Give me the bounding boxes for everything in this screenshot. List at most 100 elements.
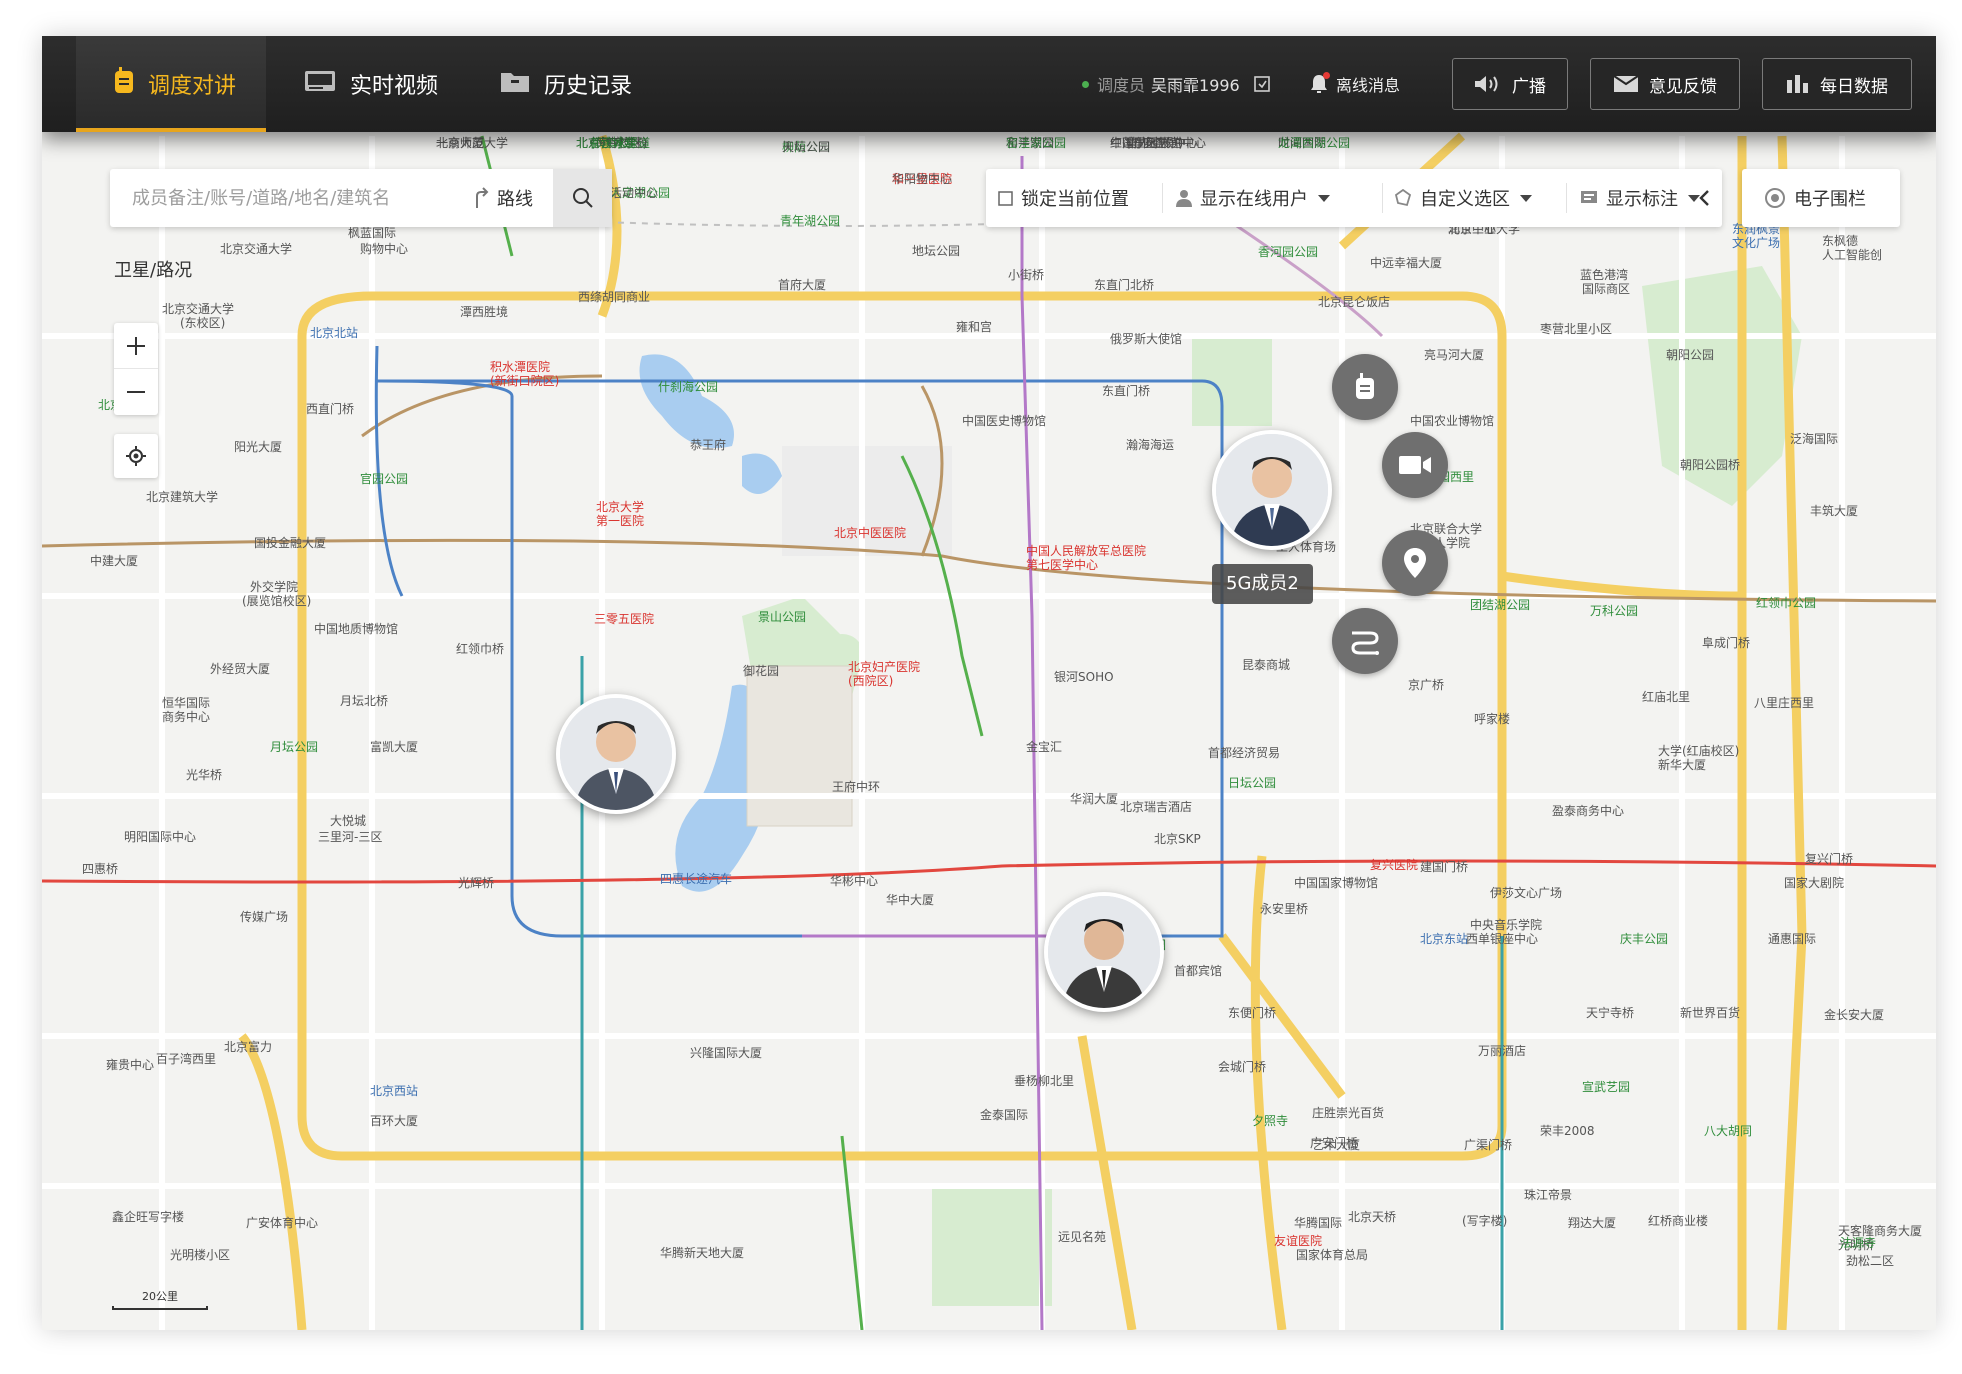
- map-place-label[interactable]: 永安里桥: [1260, 902, 1308, 916]
- map-place-label[interactable]: 翔达大厦: [1568, 1216, 1616, 1230]
- map-place-label[interactable]: 中建大厦: [90, 554, 138, 568]
- map-place-label[interactable]: 东便门桥: [1228, 1006, 1276, 1020]
- map-place-label[interactable]: 雍贵中心: [106, 1058, 154, 1072]
- map-place-label[interactable]: 四惠桥: [82, 862, 118, 876]
- map-place-label[interactable]: 光华桥: [186, 768, 222, 782]
- map-place-label[interactable]: 新华大厦: [1658, 758, 1706, 772]
- map-place-label[interactable]: 昆泰商城: [1242, 658, 1290, 672]
- map-place-label[interactable]: 商务中心: [162, 710, 210, 724]
- map-place-label[interactable]: 京广桥: [1408, 678, 1444, 692]
- map-place-label[interactable]: (东校区): [180, 316, 225, 330]
- map-place-label[interactable]: 三里河-三区: [318, 830, 382, 844]
- collapse-toolbar-button[interactable]: [1698, 169, 1710, 227]
- map-place-label[interactable]: 明阳国际中心: [124, 830, 196, 844]
- zoom-in-button[interactable]: [114, 323, 158, 369]
- map-place-label[interactable]: 华润大厦: [1070, 792, 1118, 806]
- map-place-label[interactable]: 恭王府: [690, 438, 726, 452]
- map-place-label[interactable]: 窑洼湖公园: [1006, 136, 1066, 150]
- map-place-label[interactable]: 华阳物中心: [892, 172, 952, 186]
- map-place-label[interactable]: 远见名苑: [1058, 1230, 1106, 1244]
- map-place-label[interactable]: 中国国家博物馆: [1294, 876, 1378, 890]
- map-place-label[interactable]: 百环大厦: [370, 1114, 418, 1128]
- map-place-label[interactable]: 第一医院: [596, 514, 644, 528]
- map-place-label[interactable]: (新街口院区): [490, 374, 559, 388]
- map-place-label[interactable]: 中国农业博物馆: [1410, 414, 1494, 428]
- map-place-label[interactable]: 夕照寺: [1252, 1114, 1288, 1128]
- map-place-label[interactable]: 华中大厦: [886, 893, 934, 907]
- map-place-label[interactable]: 瀚海海运: [1126, 438, 1174, 452]
- map-place-label[interactable]: 万丽酒店: [1478, 1044, 1526, 1058]
- map-place-label[interactable]: 日坛公园: [1228, 776, 1276, 790]
- search-button[interactable]: [553, 169, 612, 227]
- map-place-label[interactable]: 雍和宫: [956, 320, 992, 334]
- zoom-out-button[interactable]: [114, 369, 158, 415]
- map-place-label[interactable]: 国家体育总局: [1296, 1248, 1368, 1262]
- map-place-label[interactable]: 阳光大厦: [234, 440, 282, 454]
- map-place-label[interactable]: 俄罗斯大使馆: [1110, 332, 1182, 346]
- map-place-label[interactable]: 东枫德: [1822, 234, 1858, 248]
- map-place-label[interactable]: 光辉桥: [458, 876, 494, 890]
- map-place-label[interactable]: 富力摩根中心: [1126, 136, 1198, 150]
- map-place-label[interactable]: 文化广场: [1732, 236, 1780, 250]
- locate-button[interactable]: [114, 434, 158, 478]
- map-place-label[interactable]: 团结湖公园: [1470, 598, 1530, 612]
- map-place-label[interactable]: 呼家楼: [1474, 712, 1510, 726]
- map-place-label[interactable]: 朝阳公园桥: [1680, 458, 1740, 472]
- map-place-label[interactable]: 中国地质博物馆: [314, 622, 398, 636]
- map-place-label[interactable]: 银河SOHO: [1054, 670, 1114, 684]
- feedback-button[interactable]: 意见反馈: [1590, 58, 1740, 110]
- show-online-dropdown[interactable]: 显示在线用户: [1176, 169, 1330, 227]
- map-place-label[interactable]: 外交学院: [250, 580, 298, 594]
- map-place-label[interactable]: 恒华国际: [162, 696, 210, 710]
- map-place-label[interactable]: 什刹海公园: [658, 380, 718, 394]
- map-place-label[interactable]: 西直门桥: [306, 402, 354, 416]
- map-place-label[interactable]: 东直门北桥: [1094, 278, 1154, 292]
- map-place-label[interactable]: 活动中心: [610, 186, 658, 200]
- show-labels-dropdown[interactable]: 显示标注: [1580, 169, 1700, 227]
- map-place-label[interactable]: 中央音乐学院: [1470, 918, 1542, 932]
- map-place-label[interactable]: 通惠国际: [1768, 932, 1816, 946]
- map-place-label[interactable]: 伊莎文心广场: [1490, 886, 1562, 900]
- map-place-label[interactable]: 北京交通大学: [162, 302, 234, 316]
- map-place-label[interactable]: 红庙北里: [1642, 690, 1690, 704]
- offline-messages[interactable]: 离线消息: [1310, 36, 1400, 132]
- map-place-label[interactable]: 西单银座中心: [1466, 932, 1538, 946]
- tab-dispatch-intercom[interactable]: 调度对讲: [76, 36, 266, 132]
- map-place-label[interactable]: 八里庄西里: [1754, 696, 1814, 710]
- map-place-label[interactable]: 金宝汇: [1026, 740, 1062, 754]
- map-place-label[interactable]: 传媒广场: [240, 910, 288, 924]
- track-action-button[interactable]: [1332, 608, 1398, 674]
- map-place-label[interactable]: 购物中心: [360, 242, 408, 256]
- map-place-label[interactable]: 月坛北桥: [340, 694, 388, 708]
- map-place-label[interactable]: (展览馆校区): [242, 594, 311, 608]
- map-place-label[interactable]: 光明楼小区: [170, 1248, 230, 1262]
- location-action-button[interactable]: [1382, 530, 1448, 596]
- map-place-label[interactable]: 华彬中心: [830, 874, 878, 888]
- map-place-label[interactable]: 红领巾桥: [456, 642, 504, 656]
- map-place-label[interactable]: 四惠长途汽车: [660, 872, 732, 886]
- map-place-label[interactable]: 大学(红庙校区): [1658, 744, 1739, 758]
- map-place-label[interactable]: 红领巾公园: [1756, 596, 1816, 610]
- map-place-label[interactable]: 北京瑞吉酒店: [1120, 800, 1192, 814]
- map-place-label[interactable]: 天客隆商务大厦: [1838, 1224, 1922, 1238]
- map-place-label[interactable]: 枣营北里小区: [1540, 322, 1612, 336]
- map-place-label[interactable]: 北京西站: [370, 1084, 418, 1098]
- map-place-label[interactable]: 华腾国际: [1294, 1216, 1342, 1230]
- map-place-label[interactable]: 宣武艺园: [1582, 1080, 1630, 1094]
- map-place-label[interactable]: 北京大学: [596, 500, 644, 514]
- map-place-label[interactable]: 庄胜崇光百货: [1312, 1106, 1384, 1120]
- map-place-label[interactable]: 第七医学中心: [1026, 558, 1098, 572]
- map-place-label[interactable]: 北京SKP: [1154, 832, 1201, 846]
- map-place-label[interactable]: 官园公园: [360, 472, 408, 486]
- tab-history[interactable]: 历史记录: [500, 36, 632, 132]
- map-place-label[interactable]: 泛海国际: [1790, 432, 1838, 446]
- map-place-label[interactable]: 庆丰公园: [1620, 932, 1668, 946]
- map-place-label[interactable]: 青年湖公园: [780, 214, 840, 228]
- map-place-label[interactable]: 国家大剧院: [1784, 876, 1844, 890]
- tab-realtime-video[interactable]: 实时视频: [304, 36, 438, 132]
- map-place-label[interactable]: 首都宾馆: [1174, 964, 1222, 978]
- custom-area-dropdown[interactable]: 自定义选区: [1394, 169, 1532, 227]
- edit-icon[interactable]: [1253, 76, 1270, 92]
- map-place-label[interactable]: 丰筑大厦: [1810, 504, 1858, 518]
- map-place-label[interactable]: 小街桥: [1008, 268, 1044, 282]
